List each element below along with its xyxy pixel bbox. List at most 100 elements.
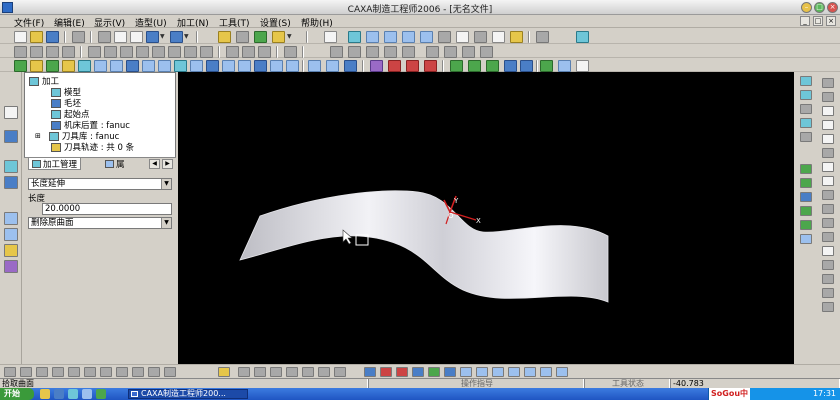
bottom-tool-32-icon[interactable] bbox=[556, 367, 568, 377]
rectangle-tool-icon[interactable] bbox=[822, 120, 834, 130]
curve-projection-icon[interactable] bbox=[822, 218, 834, 228]
zoom-window-icon[interactable] bbox=[366, 31, 379, 43]
right-tool-3-icon[interactable] bbox=[800, 104, 812, 114]
circle-tool-icon[interactable] bbox=[822, 106, 834, 116]
polyline-tool-icon[interactable] bbox=[822, 190, 834, 200]
feature-icon-25[interactable] bbox=[424, 60, 437, 72]
color-dropdown-icon[interactable]: ▼ bbox=[287, 31, 293, 43]
edit-curve-icon[interactable] bbox=[822, 274, 834, 284]
trim-curve-icon[interactable] bbox=[822, 288, 834, 298]
feature-icon-29[interactable] bbox=[504, 60, 517, 72]
bottom-tool-18-icon[interactable] bbox=[318, 367, 330, 377]
tab-machining-manager[interactable]: 加工管理 bbox=[28, 158, 82, 170]
right-tool-2-icon[interactable] bbox=[800, 90, 812, 100]
bottom-tool-8-icon[interactable] bbox=[116, 367, 128, 377]
feature-icon-11[interactable] bbox=[174, 60, 187, 72]
bottom-tool-11-icon[interactable] bbox=[164, 367, 176, 377]
right-tool-10-icon[interactable] bbox=[800, 220, 812, 230]
right-tool-5-icon[interactable] bbox=[800, 132, 812, 142]
query-icon[interactable] bbox=[330, 46, 343, 58]
feature-icon-21[interactable] bbox=[344, 60, 357, 72]
minimize-button[interactable]: – bbox=[801, 2, 812, 13]
paste-icon[interactable] bbox=[130, 31, 143, 43]
rotate-view-icon[interactable] bbox=[420, 31, 433, 43]
bottom-tool-19-icon[interactable] bbox=[334, 367, 346, 377]
feature-tool-icon[interactable] bbox=[4, 244, 18, 257]
feature-icon-4[interactable] bbox=[62, 60, 75, 72]
quicklaunch-icon-3[interactable] bbox=[68, 389, 78, 399]
coordinate-system-icon[interactable] bbox=[30, 46, 43, 58]
mode-select[interactable]: 长度延伸 ▼ bbox=[28, 178, 172, 190]
feature-icon-10[interactable] bbox=[158, 60, 171, 72]
menu-edit[interactable]: 编辑(E) bbox=[54, 16, 85, 29]
query-icon-3[interactable] bbox=[366, 46, 379, 58]
bottom-tool-28-icon[interactable] bbox=[492, 367, 504, 377]
view-custom-icon[interactable] bbox=[200, 46, 213, 58]
feature-icon-20[interactable] bbox=[326, 60, 339, 72]
tab-scroll-right-icon[interactable]: ▶ bbox=[162, 159, 173, 169]
grid-icon[interactable] bbox=[46, 46, 59, 58]
bottom-tool-20-icon[interactable] bbox=[364, 367, 376, 377]
bottom-tool-15-icon[interactable] bbox=[270, 367, 282, 377]
taskbar-item-caxa[interactable]: CAXA制造工程师200... bbox=[128, 389, 248, 399]
undo-dropdown-icon[interactable]: ▼ bbox=[160, 31, 166, 43]
hatch-tool-icon[interactable] bbox=[822, 232, 834, 242]
undo-icon[interactable] bbox=[146, 31, 159, 43]
menu-machining[interactable]: 加工(N) bbox=[177, 16, 209, 29]
select-arrow-icon[interactable] bbox=[4, 106, 18, 119]
query-icon-2[interactable] bbox=[348, 46, 361, 58]
right-tool-7-icon[interactable] bbox=[800, 178, 812, 188]
menu-help[interactable]: 帮助(H) bbox=[301, 16, 333, 29]
bottom-tool-17-icon[interactable] bbox=[302, 367, 314, 377]
function-curve-icon[interactable] bbox=[822, 162, 834, 172]
3d-viewport[interactable]: Y O X bbox=[178, 72, 794, 364]
view-top-icon[interactable] bbox=[104, 46, 117, 58]
bottom-tool-1-icon[interactable] bbox=[4, 367, 16, 377]
feature-icon-14[interactable] bbox=[222, 60, 235, 72]
bottom-tool-16-icon[interactable] bbox=[286, 367, 298, 377]
snap-icon[interactable] bbox=[62, 46, 75, 58]
query-icon-9[interactable] bbox=[480, 46, 493, 58]
menu-view[interactable]: 显示(V) bbox=[94, 16, 125, 29]
curved-surface[interactable] bbox=[239, 190, 609, 303]
bottom-tool-10-icon[interactable] bbox=[148, 367, 160, 377]
view-back-icon[interactable] bbox=[168, 46, 181, 58]
bottom-tool-26-icon[interactable] bbox=[460, 367, 472, 377]
menu-modeling[interactable]: 造型(U) bbox=[135, 16, 167, 29]
start-button[interactable]: 开始 bbox=[0, 388, 34, 400]
doc-close-button[interactable]: × bbox=[826, 16, 836, 26]
right-tool-1-icon[interactable] bbox=[800, 76, 812, 86]
print-icon[interactable] bbox=[72, 31, 85, 43]
feature-icon-30[interactable] bbox=[520, 60, 533, 72]
bottom-tool-7-icon[interactable] bbox=[100, 367, 112, 377]
feature-icon-1[interactable] bbox=[14, 60, 27, 72]
bottom-tool-29-icon[interactable] bbox=[508, 367, 520, 377]
menu-settings[interactable]: 设置(S) bbox=[260, 16, 291, 29]
hide-icon[interactable] bbox=[226, 46, 239, 58]
right-tool-4-icon[interactable] bbox=[800, 118, 812, 128]
right-tool-8-icon[interactable] bbox=[800, 192, 812, 202]
shaded-icon[interactable] bbox=[510, 31, 523, 43]
bottom-tool-23-icon[interactable] bbox=[412, 367, 424, 377]
feature-icon-15[interactable] bbox=[238, 60, 251, 72]
query-icon-6[interactable] bbox=[426, 46, 439, 58]
tool-icon-2[interactable] bbox=[576, 31, 589, 43]
copy-icon[interactable] bbox=[114, 31, 127, 43]
query-icon-5[interactable] bbox=[402, 46, 415, 58]
feature-icon-27[interactable] bbox=[468, 60, 481, 72]
feature-icon-16[interactable] bbox=[254, 60, 267, 72]
feature-icon-6[interactable] bbox=[94, 60, 107, 72]
view-bottom-icon[interactable] bbox=[184, 46, 197, 58]
feature-icon-32[interactable] bbox=[558, 60, 571, 72]
view-right-icon[interactable] bbox=[152, 46, 165, 58]
feature-icon-24[interactable] bbox=[406, 60, 419, 72]
bottom-tool-6-icon[interactable] bbox=[84, 367, 96, 377]
maximize-button[interactable]: □ bbox=[814, 2, 825, 13]
feature-icon-9[interactable] bbox=[142, 60, 155, 72]
doc-minimize-button[interactable]: _ bbox=[800, 16, 810, 26]
query-icon-4[interactable] bbox=[384, 46, 397, 58]
clock[interactable]: 17:31 bbox=[813, 388, 836, 400]
feature-icon-23[interactable] bbox=[388, 60, 401, 72]
show-icon[interactable] bbox=[242, 46, 255, 58]
line-tool-icon[interactable] bbox=[822, 78, 834, 88]
